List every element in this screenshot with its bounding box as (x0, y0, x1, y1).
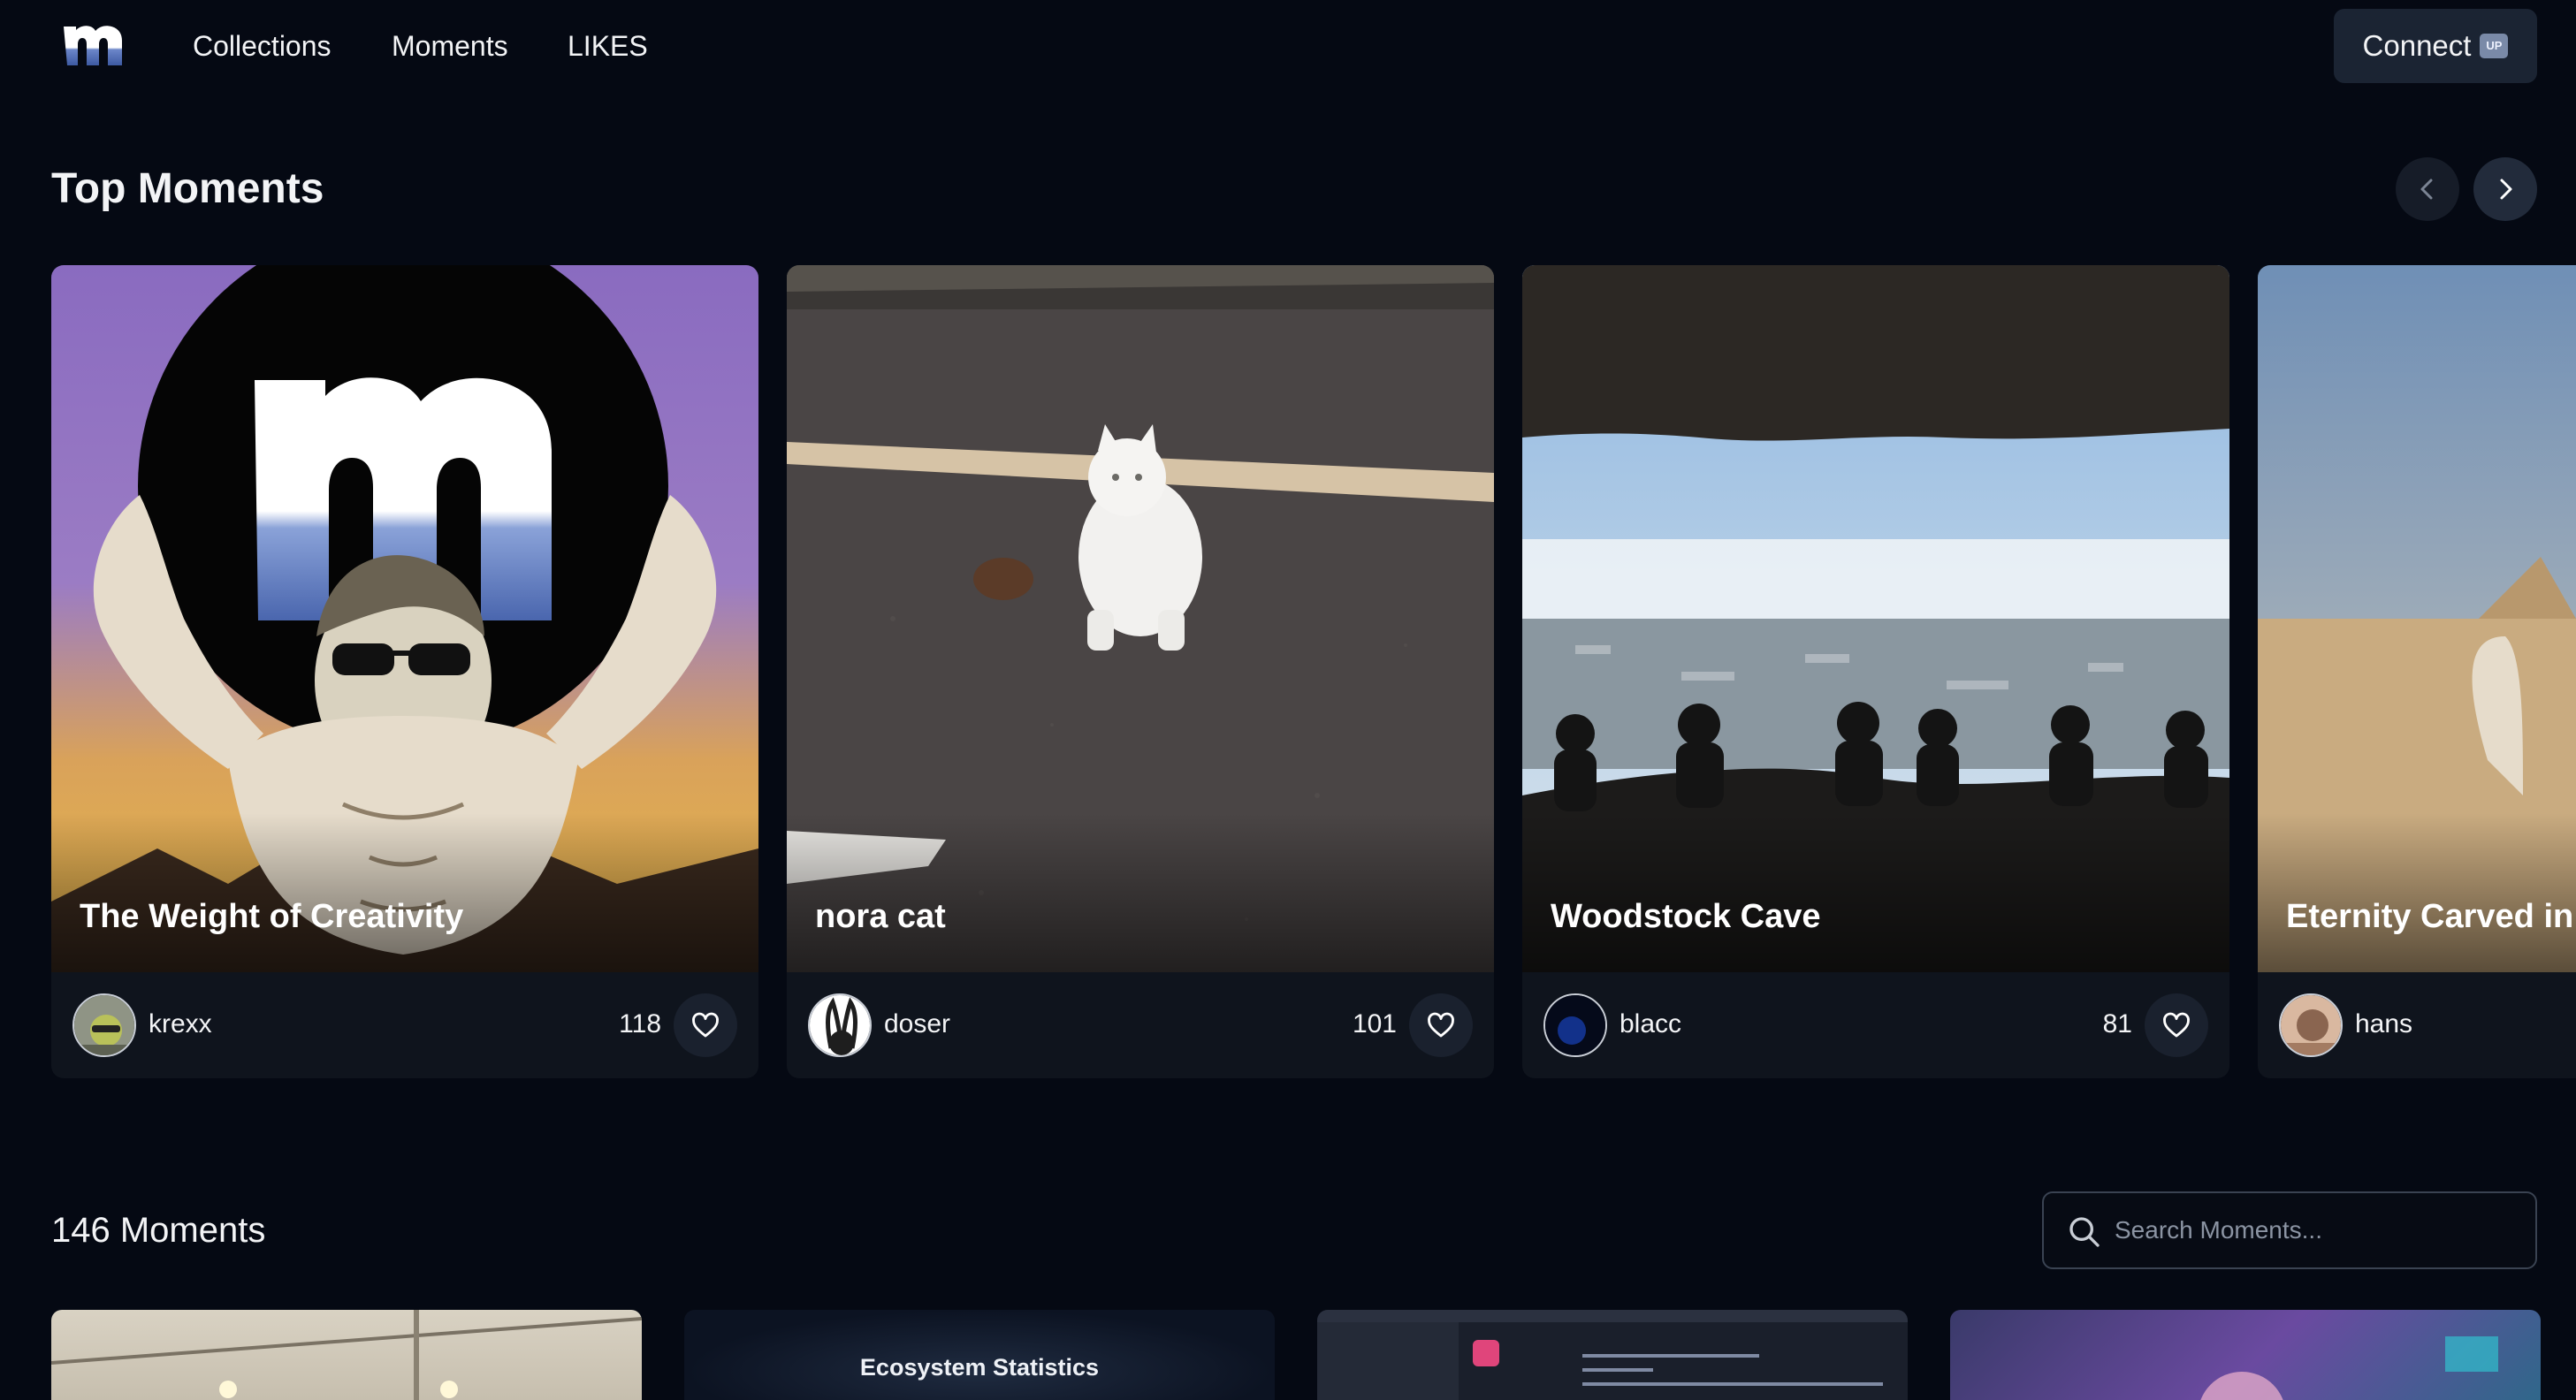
moment-title: Woodstock Cave (1551, 898, 1821, 935)
grid-card[interactable]: Ecosystem Statistics (684, 1310, 1275, 1400)
username[interactable]: doser (884, 1009, 950, 1039)
grid-card[interactable] (1950, 1310, 2541, 1400)
connect-badge-icon: UP (2480, 34, 2509, 58)
moment-card[interactable]: nora cat doser 101 (787, 265, 1494, 1078)
image-shade (787, 813, 1494, 972)
grid-card-image (1317, 1310, 1908, 1400)
heart-icon (1428, 1012, 1454, 1038)
nav-moments[interactable]: Moments (392, 30, 508, 63)
moments-count: 146 Moments (51, 1211, 266, 1250)
grid-card-image (2200, 1336, 2498, 1400)
image-shade (2258, 813, 2576, 972)
like-count: 118 (619, 1009, 661, 1039)
moment-title: nora cat (815, 898, 946, 935)
heart-icon (692, 1012, 719, 1038)
like-count: 81 (2102, 1009, 2132, 1039)
username[interactable]: krexx (149, 1009, 212, 1039)
search-input[interactable] (2115, 1202, 2521, 1259)
heart-icon (2163, 1012, 2190, 1038)
grid-card-image (51, 1310, 642, 1400)
avatar[interactable] (2279, 993, 2343, 1057)
card-footer: krexx 118 (51, 972, 758, 1078)
nav-collections[interactable]: Collections (193, 30, 332, 63)
avatar[interactable] (808, 993, 872, 1057)
card-footer: doser 101 (787, 972, 1494, 1078)
connect-button[interactable]: Connect UP (2334, 9, 2537, 83)
like-button[interactable] (1409, 993, 1473, 1057)
avatar[interactable] (72, 993, 136, 1057)
carousel-prev-button[interactable] (2396, 157, 2459, 221)
like-button[interactable] (674, 993, 737, 1057)
grid-card[interactable] (1317, 1310, 1908, 1400)
avatar[interactable] (1543, 993, 1607, 1057)
moment-title: Eternity Carved in (2286, 898, 2574, 935)
card-footer: blacc 81 (1522, 972, 2229, 1078)
chevron-left-icon (2420, 179, 2433, 200)
card-footer: hans (2258, 972, 2576, 1078)
image-shade (1522, 813, 2229, 972)
search-icon (2069, 1217, 2100, 1247)
moment-card[interactable]: Woodstock Cave blacc 81 (1522, 265, 2229, 1078)
username[interactable]: hans (2355, 1009, 2412, 1039)
image-shade (51, 813, 758, 972)
carousel-next-button[interactable] (2473, 157, 2537, 221)
top-nav: Collections Moments LIKES Connect UP (0, 0, 2576, 92)
grid-card-label: Ecosystem Statistics (859, 1354, 1100, 1381)
connect-label: Connect (2362, 29, 2472, 62)
like-count: 101 (1352, 1009, 1397, 1039)
username[interactable]: blacc (1620, 1009, 1681, 1039)
grid-card[interactable] (51, 1310, 642, 1400)
moment-card[interactable]: The Weight of Creativity krexx 118 (51, 265, 758, 1078)
chevron-right-icon (2500, 179, 2512, 200)
like-button[interactable] (2145, 993, 2208, 1057)
app-logo[interactable] (62, 23, 126, 69)
top-moments-title: Top Moments (51, 165, 324, 212)
moment-title: The Weight of Creativity (80, 898, 464, 935)
search-box (2042, 1191, 2537, 1269)
nav-likes[interactable]: LIKES (568, 30, 648, 63)
moment-card[interactable]: Eternity Carved in hans (2258, 265, 2576, 1078)
top-moments-carousel: The Weight of Creativity krexx 118 nora … (51, 265, 2576, 1078)
